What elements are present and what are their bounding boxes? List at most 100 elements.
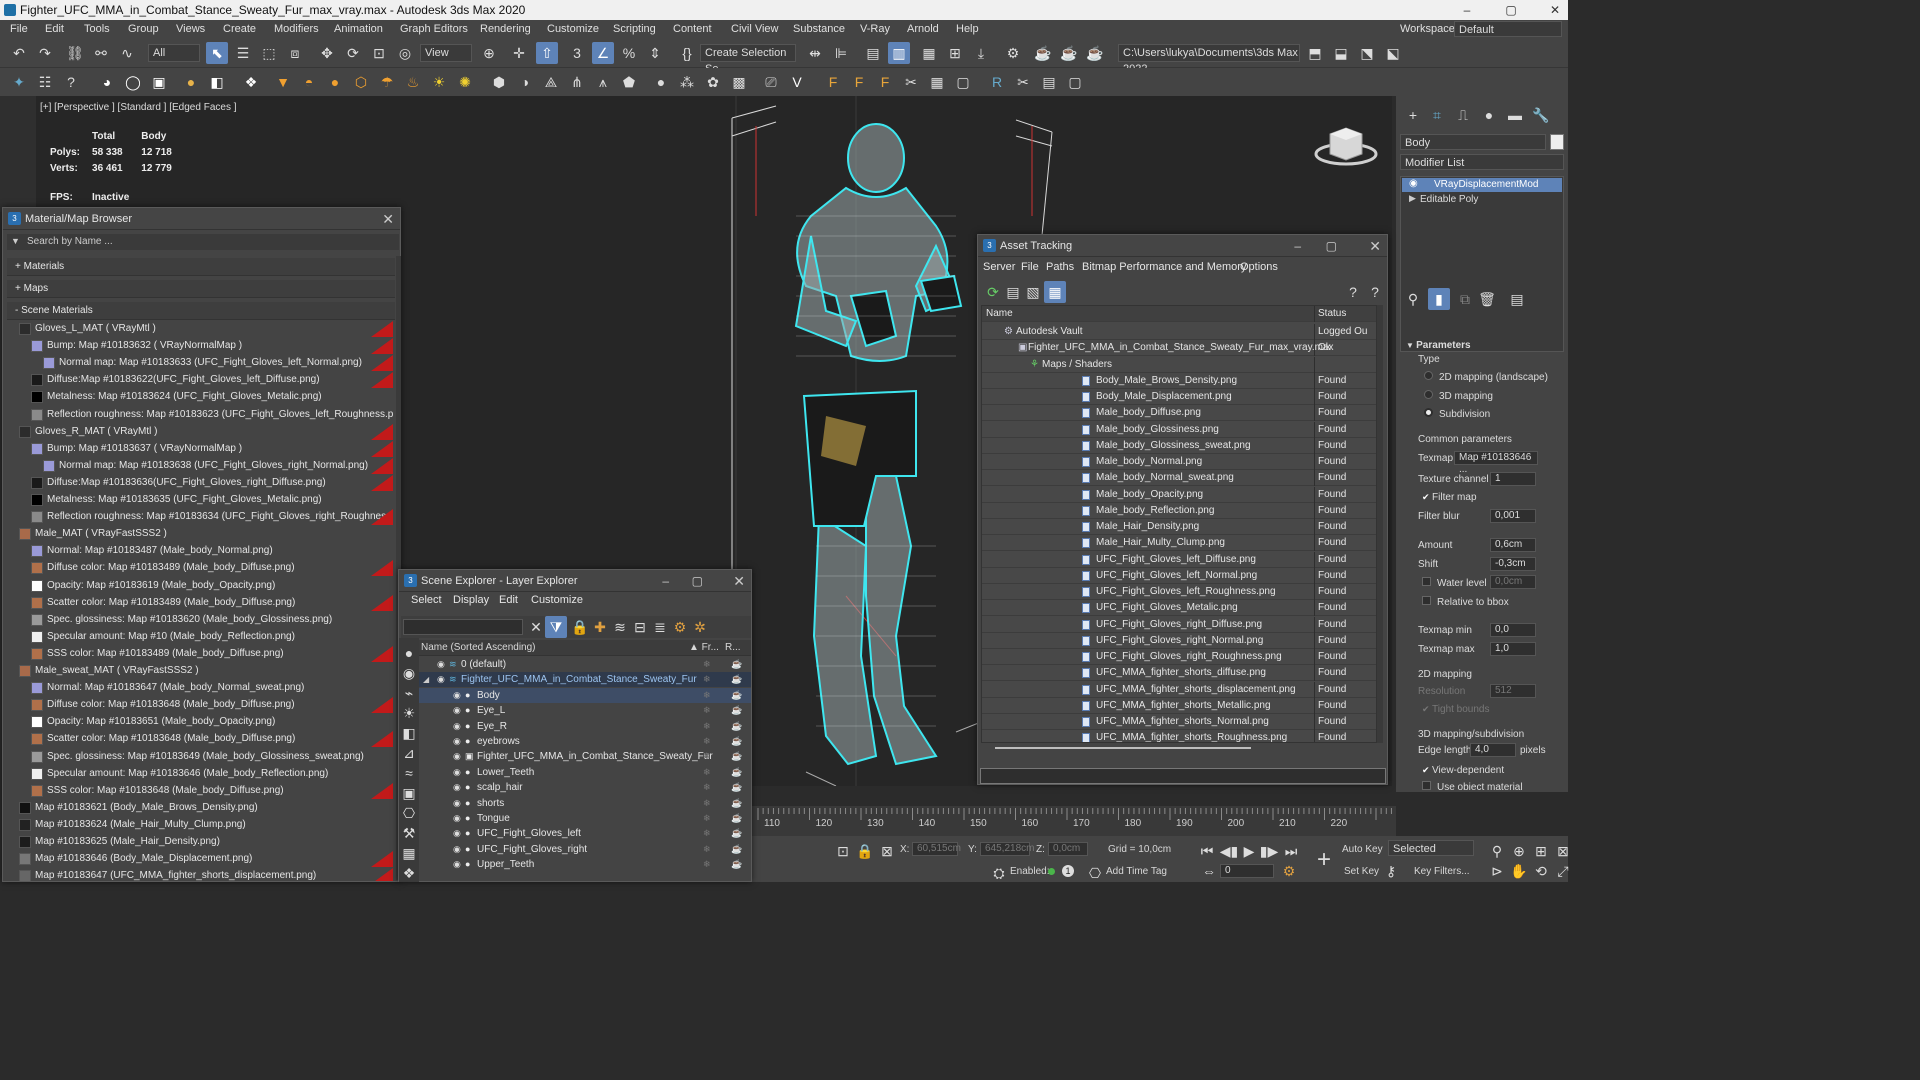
vray-plane-icon[interactable]: ⟁ bbox=[540, 71, 562, 93]
named-selection-icon[interactable]: {} bbox=[676, 42, 698, 64]
asset-row[interactable]: UFC_Fight_Gloves_Metalic.png Found bbox=[982, 600, 1376, 617]
key-filters-button[interactable]: Key Filters... bbox=[1414, 866, 1470, 877]
schematic-view-icon[interactable]: ⊞ bbox=[944, 42, 966, 64]
se-search-input[interactable] bbox=[403, 619, 523, 635]
vfb-icon[interactable]: ▩ bbox=[728, 71, 750, 93]
set-key-icon[interactable]: + bbox=[1310, 846, 1338, 874]
se-menu-edit[interactable]: Edit bbox=[499, 594, 518, 606]
se-menu-customize[interactable]: Customize bbox=[531, 594, 583, 606]
bind-space-warp-icon[interactable]: ∿ bbox=[116, 42, 138, 64]
menu-animation[interactable]: Animation bbox=[334, 20, 383, 38]
explorer-left-icon[interactable]: ⬔ bbox=[1356, 42, 1378, 64]
material-list-item[interactable]: Spec. glossiness: Map #10183620 (Male_bo… bbox=[7, 612, 393, 628]
material-list-item[interactable]: Scatter color: Map #10183489 (Male_body_… bbox=[7, 594, 393, 611]
visibility-eye-icon[interactable]: ◉ bbox=[437, 657, 445, 672]
scene-tree-row[interactable]: ◉ ● UFC_Fight_Gloves_left ❄ ☕ bbox=[419, 826, 751, 841]
rotate-icon[interactable]: ⟳ bbox=[342, 42, 364, 64]
refresh-icon[interactable]: ⟳ bbox=[982, 281, 1004, 303]
scene-tree-row[interactable]: ◉ ≋ 0 (default) ❄ ☕ bbox=[419, 657, 751, 672]
camera-icon[interactable]: ◧ bbox=[206, 71, 228, 93]
add-time-tag-icon[interactable]: ⎔ bbox=[1084, 862, 1106, 884]
eye-icon[interactable]: ◉ bbox=[1409, 178, 1418, 189]
scene-tree-row[interactable]: ◉ ● Upper_Teeth ❄ ☕ bbox=[419, 857, 751, 872]
angle-snap-icon[interactable]: ∠ bbox=[592, 42, 614, 64]
material-editor-icon[interactable]: ⤓ bbox=[970, 42, 992, 64]
pivot-icon[interactable]: ⊕ bbox=[478, 42, 500, 64]
texmap-button[interactable]: Map #10183646 ... bbox=[1454, 451, 1538, 475]
minimize-button[interactable]: – bbox=[1444, 0, 1490, 20]
asset-row[interactable]: ⚘ Maps / Shaders bbox=[982, 356, 1376, 373]
create-selection-set-select[interactable]: Create Selection Se bbox=[700, 44, 796, 75]
redo-icon[interactable]: ↷ bbox=[34, 42, 56, 64]
freeze-icon[interactable]: ❄ bbox=[703, 796, 711, 811]
keyboard-shortcut-icon[interactable]: ⇧ bbox=[536, 42, 558, 64]
spot-light-icon[interactable]: ▼ bbox=[272, 71, 294, 93]
material-list-item[interactable]: Map #10183625 (Male_Hair_Density.png) bbox=[7, 834, 393, 850]
add-selected-icon[interactable]: ⚙ bbox=[669, 616, 691, 638]
explorer-right-icon[interactable]: ⬕ bbox=[1382, 42, 1404, 64]
list-view-icon[interactable]: ▤ bbox=[1002, 281, 1024, 303]
at-help2-icon[interactable]: ? bbox=[1364, 281, 1386, 303]
section-scene-materials[interactable]: - Scene Materials bbox=[7, 302, 395, 320]
layer-stack-icon[interactable]: ≋ bbox=[609, 616, 631, 638]
window-crossing-icon[interactable]: ⧈ bbox=[284, 42, 306, 64]
freeze-icon[interactable]: ❄ bbox=[703, 826, 711, 841]
channel-spinner[interactable]: 1 bbox=[1490, 472, 1536, 486]
create-icon[interactable]: ✦ bbox=[8, 71, 30, 93]
material-list-item[interactable]: Opacity: Map #10183619 (Male_body_Opacit… bbox=[7, 578, 393, 594]
visibility-eye-icon[interactable]: ◉ bbox=[453, 842, 461, 857]
at-col-status[interactable]: Status bbox=[1318, 306, 1346, 322]
next-frame-icon[interactable]: ▮▶ bbox=[1258, 840, 1280, 862]
radio-2d-mapping[interactable]: 2D mapping (landscape) bbox=[1424, 371, 1548, 383]
dome-light-icon[interactable]: ◓ bbox=[298, 71, 320, 93]
stack-item-vraydisplacement[interactable]: VRayDisplacementMod bbox=[1402, 178, 1562, 192]
asset-row[interactable]: Male_body_Glossiness.png Found bbox=[982, 421, 1376, 438]
multi-material-icon[interactable]: ⁂ bbox=[676, 71, 698, 93]
mirror-icon[interactable]: ⇹ bbox=[804, 42, 826, 64]
freeze-icon[interactable]: ❄ bbox=[703, 657, 711, 672]
key-selection-select[interactable]: Selected bbox=[1388, 840, 1474, 856]
open-explorer-icon[interactable]: ⬓ bbox=[1330, 42, 1352, 64]
asset-row[interactable]: UFC_Fight_Gloves_right_Roughness.png Foun… bbox=[982, 649, 1376, 665]
search-dropdown-icon[interactable]: ▼ bbox=[11, 236, 20, 246]
rc-panel-icon[interactable]: ▢ bbox=[1064, 71, 1086, 93]
menu-content[interactable]: Content bbox=[673, 20, 712, 38]
selection-filter-select[interactable]: All bbox=[148, 44, 200, 62]
visibility-eye-icon[interactable]: ◉ bbox=[453, 780, 461, 795]
rc-tools-icon[interactable]: ✂ bbox=[1012, 71, 1034, 93]
freeze-icon[interactable]: ❄ bbox=[703, 780, 711, 795]
renderable-icon[interactable]: ☕ bbox=[731, 826, 742, 841]
zoom-extents-all-icon[interactable]: ⊠ bbox=[1552, 840, 1574, 862]
se-menu-display[interactable]: Display bbox=[453, 594, 489, 606]
material-sphere-icon[interactable]: ● bbox=[650, 71, 672, 93]
motion-tab-icon[interactable]: ● bbox=[1478, 104, 1500, 126]
asset-row[interactable]: UFC_MMA_fighter_shorts_Roughness.png Foun… bbox=[982, 730, 1376, 742]
sphere-light-icon[interactable]: ● bbox=[180, 71, 202, 93]
material-list-item[interactable]: Spec. glossiness: Map #10183649 (Male_bo… bbox=[7, 749, 393, 765]
material-list-item[interactable]: Male_MAT ( VRayFastSSS2 ) bbox=[7, 526, 393, 542]
visibility-eye-icon[interactable]: ◉ bbox=[453, 719, 461, 734]
material-list-item[interactable]: Metalness: Map #10183624 (UFC_Fight_Glov… bbox=[7, 389, 393, 405]
modify-tab-icon[interactable]: ⌗ bbox=[1426, 104, 1448, 126]
visibility-eye-icon[interactable]: ◉ bbox=[453, 688, 461, 703]
resolution-spinner[interactable]: 512 bbox=[1490, 684, 1536, 698]
display-tab-icon[interactable]: ▬ bbox=[1504, 104, 1526, 126]
se-titlebar[interactable]: 3 Scene Explorer - Layer Explorer – ▢ ✕ bbox=[399, 570, 751, 592]
sun-icon[interactable]: ☀ bbox=[428, 71, 450, 93]
radio-subdivision[interactable]: Subdivision bbox=[1424, 408, 1490, 420]
view-dependent-checkbox[interactable]: ✔ View-dependent bbox=[1422, 765, 1504, 776]
select-object-icon[interactable]: ⬉ bbox=[206, 42, 228, 64]
key-icon[interactable]: ⚷ bbox=[1380, 860, 1402, 882]
forest-effects-icon[interactable]: F bbox=[874, 71, 896, 93]
material-list-item[interactable]: Specular amount: Map #10183646 (Male_bod… bbox=[7, 766, 393, 782]
zoom-extents-icon[interactable]: ⊞ bbox=[1530, 840, 1552, 862]
material-list-item[interactable]: Normal map: Map #10183633 (UFC_Fight_Glo… bbox=[7, 355, 393, 372]
menu-modifiers[interactable]: Modifiers bbox=[274, 20, 319, 38]
material-list-item[interactable]: SSS color: Map #10183489 (Male_body_Diff… bbox=[7, 645, 393, 662]
material-list-item[interactable]: Diffuse:Map #10183622(UFC_Fight_Gloves_l… bbox=[7, 372, 393, 389]
material-list-item[interactable]: Scatter color: Map #10183648 (Male_body_… bbox=[7, 731, 393, 748]
prev-frame-icon[interactable]: ◀▮ bbox=[1218, 840, 1240, 862]
menu-customize[interactable]: Customize bbox=[547, 20, 599, 38]
se-col-frozen[interactable]: ▲ Fr... bbox=[689, 640, 719, 656]
scatter-tool-icon[interactable]: ✂ bbox=[900, 71, 922, 93]
